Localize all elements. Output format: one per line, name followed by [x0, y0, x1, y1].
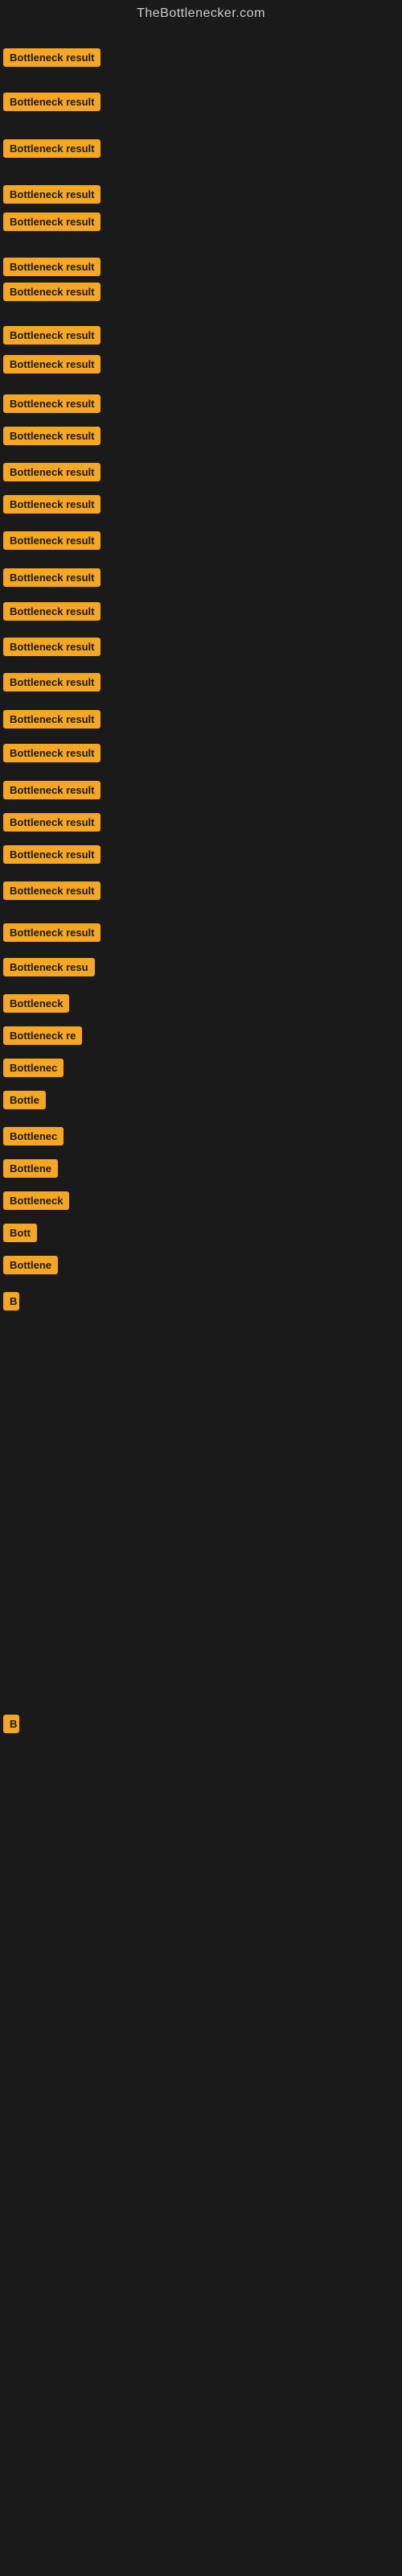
bottleneck-badge: Bottleneck result [3, 781, 100, 799]
list-item: Bottleneck result [3, 531, 100, 554]
bottleneck-badge: Bottleneck result [3, 394, 100, 413]
bottleneck-badge: Bottleneck result [3, 923, 100, 942]
list-item: Bott [3, 1224, 37, 1246]
bottleneck-badge: Bottleneck result [3, 531, 100, 550]
list-item: Bottleneck result [3, 213, 100, 235]
bottleneck-badge: Bottleneck result [3, 355, 100, 374]
bottleneck-badge: Bottleneck result [3, 185, 100, 204]
bottleneck-badge: Bottleneck result [3, 258, 100, 276]
bottleneck-badge: Bottleneck result [3, 602, 100, 621]
bottleneck-badge: B [3, 1292, 19, 1311]
list-item: Bottlene [3, 1256, 58, 1278]
list-item: Bottleneck result [3, 463, 100, 485]
bottleneck-badge: Bottleneck re [3, 1026, 82, 1045]
list-item: Bottleneck result [3, 258, 100, 280]
bottleneck-badge: Bottleneck result [3, 495, 100, 514]
list-item: Bottleneck result [3, 355, 100, 378]
list-item: Bottleneck [3, 1191, 69, 1214]
list-item: Bottleneck result [3, 710, 100, 733]
list-item: Bottleneck result [3, 93, 100, 115]
list-item: Bottleneck result [3, 881, 100, 904]
bottleneck-badge: Bottleneck result [3, 283, 100, 301]
bottleneck-badge: Bottleneck [3, 1191, 69, 1210]
list-item: Bottleneck result [3, 813, 100, 836]
bottleneck-badge: Bottleneck result [3, 881, 100, 900]
bottleneck-badge: Bottleneck result [3, 48, 100, 67]
bottleneck-badge: Bottleneck result [3, 638, 100, 656]
bottleneck-badge: Bottleneck [3, 994, 69, 1013]
bottleneck-badge: Bottleneck result [3, 744, 100, 762]
bottleneck-badge: Bottleneck result [3, 845, 100, 864]
bottleneck-badge: Bottleneck resu [3, 958, 95, 976]
bottleneck-badge: Bottleneck result [3, 93, 100, 111]
list-item: Bottleneck result [3, 139, 100, 162]
list-item: Bottle [3, 1091, 46, 1113]
list-item: Bottleneck result [3, 673, 100, 696]
list-item: Bottleneck result [3, 845, 100, 868]
bottleneck-badge: Bottleneck result [3, 568, 100, 587]
bottleneck-badge: Bott [3, 1224, 37, 1242]
list-item: Bottleneck re [3, 1026, 82, 1049]
list-item: B [3, 1715, 19, 1737]
list-item: Bottleneck result [3, 48, 100, 71]
bottleneck-badge: Bottleneck result [3, 673, 100, 691]
bottleneck-badge: Bottlenec [3, 1059, 64, 1077]
list-item: Bottleneck result [3, 923, 100, 946]
list-item: Bottleneck result [3, 602, 100, 625]
bottleneck-badge: B [3, 1715, 19, 1733]
bottleneck-badge: Bottleneck result [3, 213, 100, 231]
list-item: Bottleneck result [3, 326, 100, 349]
list-item: Bottleneck result [3, 185, 100, 208]
list-item: Bottlene [3, 1159, 58, 1182]
list-item: Bottleneck result [3, 638, 100, 660]
list-item: Bottleneck result [3, 394, 100, 417]
list-item: Bottleneck [3, 994, 69, 1017]
bottleneck-badge: Bottlene [3, 1159, 58, 1178]
bottleneck-badge: Bottleneck result [3, 813, 100, 832]
bottleneck-badge: Bottlenec [3, 1127, 64, 1146]
bottleneck-badge: Bottleneck result [3, 463, 100, 481]
bottleneck-badge: Bottleneck result [3, 427, 100, 445]
items-wrapper: Bottleneck result Bottleneck result Bottle… [0, 24, 402, 2568]
bottleneck-badge: Bottleneck result [3, 710, 100, 729]
list-item: Bottleneck result [3, 495, 100, 518]
list-item: Bottleneck result [3, 427, 100, 449]
list-item: Bottleneck result [3, 744, 100, 766]
site-title: TheBottlenecker.com [0, 0, 402, 24]
list-item: Bottleneck result [3, 283, 100, 305]
list-item: Bottlenec [3, 1127, 64, 1150]
bottleneck-badge: Bottleneck result [3, 139, 100, 158]
bottleneck-badge: Bottleneck result [3, 326, 100, 345]
list-item: B [3, 1292, 19, 1315]
list-item: Bottlenec [3, 1059, 64, 1081]
bottleneck-badge: Bottlene [3, 1256, 58, 1274]
list-item: Bottleneck resu [3, 958, 95, 980]
bottleneck-badge: Bottle [3, 1091, 46, 1109]
list-item: Bottleneck result [3, 781, 100, 803]
list-item: Bottleneck result [3, 568, 100, 591]
